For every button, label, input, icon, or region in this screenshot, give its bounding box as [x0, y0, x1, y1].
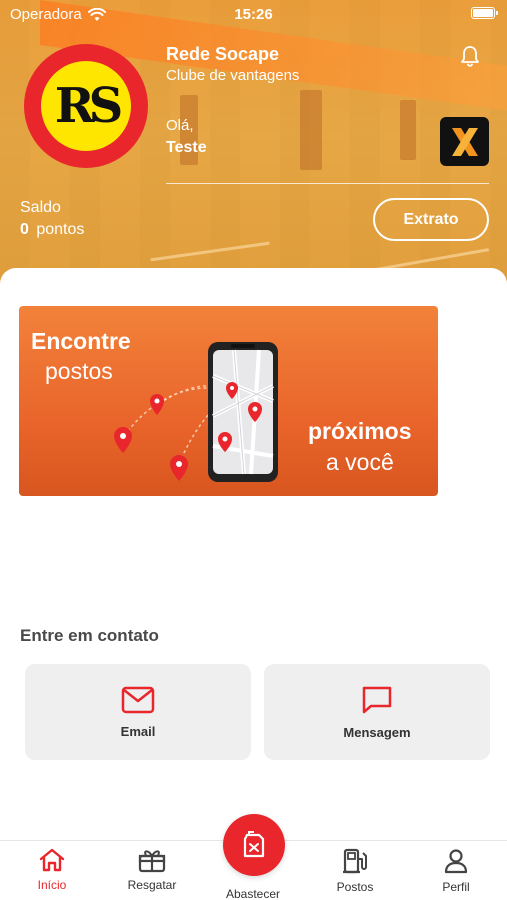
banner-line-3: próximos — [308, 418, 412, 444]
main-content: Encontre postos próximos a você Entre em… — [0, 268, 507, 840]
bell-icon[interactable] — [458, 44, 482, 68]
brand-name: Rede Socape — [166, 44, 280, 64]
find-stations-banner[interactable]: Encontre postos próximos a você — [19, 306, 438, 496]
brand-subtitle: Clube de vantagens — [166, 67, 300, 84]
gift-icon — [138, 850, 166, 873]
brand-logo: RS — [24, 44, 148, 168]
status-bar: Operadora 15:26 — [0, 0, 507, 28]
banner-line-2: postos — [45, 358, 113, 384]
banner-line-1: Encontre — [31, 328, 131, 354]
message-contact-button[interactable]: Mensagem — [264, 664, 490, 760]
user-icon — [444, 849, 468, 874]
header: Operadora 15:26 RS Rede Socape Clube de … — [0, 0, 507, 300]
email-contact-button[interactable]: Email — [25, 664, 251, 760]
saldo-points: 0 — [20, 221, 29, 238]
tab-postos[interactable]: Postos — [310, 847, 400, 894]
home-icon — [39, 848, 65, 872]
saldo-value: 0 pontos — [20, 221, 84, 239]
tab-inicio[interactable]: Início — [7, 847, 97, 892]
message-label: Mensagem — [343, 724, 411, 740]
brand-logo-text: RS — [41, 61, 131, 151]
gas-station-icon — [343, 848, 367, 874]
header-background-pump — [300, 90, 322, 170]
saldo-unit: pontos — [36, 221, 85, 238]
tab-abastecer-label: Abastecer — [225, 887, 281, 900]
header-background-pump — [400, 100, 416, 160]
banner-line-4: a você — [326, 449, 394, 475]
email-label: Email — [120, 723, 156, 739]
tab-postos-label: Postos — [336, 880, 374, 894]
user-name: Teste — [166, 139, 207, 156]
saldo-label: Saldo — [20, 199, 61, 216]
abastecer-fab-button[interactable] — [223, 814, 285, 876]
tab-inicio-label: Início — [37, 878, 67, 892]
header-background-lane — [150, 241, 270, 262]
fuel-icon — [243, 831, 265, 858]
greeting: Olá, — [166, 117, 194, 134]
extrato-button[interactable]: Extrato — [373, 198, 489, 241]
x-app-badge[interactable] — [440, 117, 489, 166]
tab-resgatar-label: Resgatar — [127, 878, 177, 892]
email-icon — [121, 686, 155, 713]
status-time: 15:26 — [234, 6, 273, 23]
message-icon — [362, 686, 392, 713]
tab-resgatar[interactable]: Resgatar — [107, 847, 197, 892]
contact-section-title: Entre em contato — [20, 626, 159, 645]
battery-icon — [471, 7, 498, 19]
tab-perfil[interactable]: Perfil — [411, 847, 501, 894]
x-logo-icon — [451, 127, 478, 156]
header-divider — [166, 183, 489, 184]
tab-abastecer[interactable]: Abastecer — [208, 887, 298, 900]
tab-perfil-label: Perfil — [442, 880, 470, 894]
